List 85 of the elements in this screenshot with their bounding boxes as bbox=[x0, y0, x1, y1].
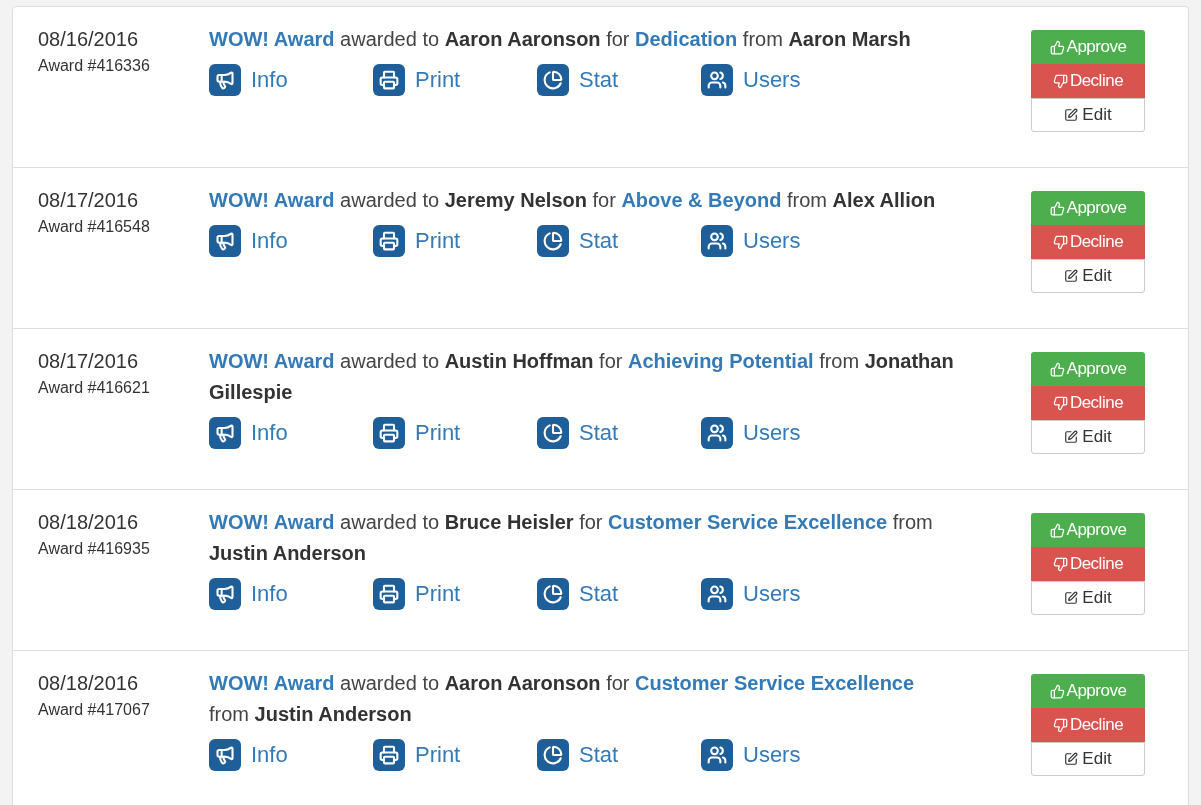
award-date: 08/18/2016 bbox=[38, 671, 140, 695]
users-link[interactable]: Users bbox=[701, 577, 865, 610]
award-date: 08/18/2016 bbox=[38, 510, 140, 534]
edit-button[interactable]: Edit bbox=[1031, 742, 1145, 776]
award-number: Award #416548 bbox=[38, 217, 151, 237]
decline-button[interactable]: Decline bbox=[1031, 547, 1145, 581]
stat-link[interactable]: Stat bbox=[537, 577, 701, 610]
award-description: WOW! Award awarded to Aaron Aaronson for Dedication from Aaron Marsh bbox=[209, 27, 912, 52]
pie-chart-icon bbox=[537, 577, 569, 610]
edit-button[interactable]: Edit bbox=[1031, 259, 1145, 293]
award-description: WOW! Award awarded to Aaron Aaronson for Customer Service Excellence from Justin Anderson bbox=[209, 671, 916, 727]
approve-button[interactable]: Approve bbox=[1031, 191, 1145, 225]
edit-button[interactable]: Edit bbox=[1031, 581, 1145, 615]
thumbs-up-icon bbox=[1049, 522, 1065, 538]
users-icon bbox=[701, 738, 733, 771]
users-link[interactable]: Users bbox=[701, 63, 865, 96]
megaphone-icon bbox=[209, 577, 241, 610]
award-description: WOW! Award awarded to Austin Hoffman for Achieving Potential from Jonathan Gillespie bbox=[209, 349, 954, 405]
decline-button[interactable]: Decline bbox=[1031, 225, 1145, 259]
thumbs-up-icon bbox=[1049, 361, 1065, 377]
decline-button[interactable]: Decline bbox=[1031, 386, 1145, 420]
users-icon bbox=[701, 224, 733, 257]
printer-icon bbox=[373, 224, 405, 257]
decline-button[interactable]: Decline bbox=[1031, 64, 1145, 98]
thumbs-down-icon bbox=[1052, 73, 1068, 89]
thumbs-up-icon bbox=[1049, 200, 1065, 216]
info-link[interactable]: Info bbox=[209, 224, 373, 257]
megaphone-icon bbox=[209, 224, 241, 257]
info-link[interactable]: Info bbox=[209, 416, 373, 449]
stat-link[interactable]: Stat bbox=[537, 63, 701, 96]
printer-icon bbox=[373, 63, 405, 96]
award-date: 08/17/2016 bbox=[38, 349, 140, 373]
thumbs-up-icon bbox=[1049, 39, 1065, 55]
users-icon bbox=[701, 416, 733, 449]
edit-button[interactable]: Edit bbox=[1031, 98, 1145, 132]
award-date: 08/16/2016 bbox=[38, 27, 140, 51]
approve-button[interactable]: Approve bbox=[1031, 513, 1145, 547]
approve-button[interactable]: Approve bbox=[1031, 674, 1145, 708]
printer-icon bbox=[373, 738, 405, 771]
megaphone-icon bbox=[209, 63, 241, 96]
approve-button[interactable]: Approve bbox=[1031, 30, 1145, 64]
printer-icon bbox=[373, 416, 405, 449]
pencil-icon bbox=[1064, 269, 1079, 283]
info-link[interactable]: Info bbox=[209, 577, 373, 610]
info-link[interactable]: Info bbox=[209, 63, 373, 96]
stat-link[interactable]: Stat bbox=[537, 224, 701, 257]
thumbs-down-icon bbox=[1052, 395, 1068, 411]
award-description: WOW! Award awarded to Bruce Heisler for Customer Service Excellence from Justin Anderson bbox=[209, 510, 934, 566]
thumbs-down-icon bbox=[1052, 556, 1068, 572]
edit-button[interactable]: Edit bbox=[1031, 420, 1145, 454]
print-link[interactable]: Print bbox=[373, 416, 537, 449]
users-icon bbox=[701, 577, 733, 610]
users-link[interactable]: Users bbox=[701, 738, 865, 771]
award-date: 08/17/2016 bbox=[38, 188, 140, 212]
pencil-icon bbox=[1064, 430, 1079, 444]
megaphone-icon bbox=[209, 738, 241, 771]
pencil-icon bbox=[1064, 752, 1079, 766]
award-number: Award #416935 bbox=[38, 539, 151, 559]
thumbs-down-icon bbox=[1052, 717, 1068, 733]
stat-link[interactable]: Stat bbox=[537, 416, 701, 449]
thumbs-up-icon bbox=[1049, 683, 1065, 699]
approve-button[interactable]: Approve bbox=[1031, 352, 1145, 386]
award-number: Award #416621 bbox=[38, 378, 151, 398]
pie-chart-icon bbox=[537, 738, 569, 771]
award-number: Award #417067 bbox=[38, 700, 151, 720]
printer-icon bbox=[373, 577, 405, 610]
stat-link[interactable]: Stat bbox=[537, 738, 701, 771]
thumbs-down-icon bbox=[1052, 234, 1068, 250]
print-link[interactable]: Print bbox=[373, 63, 537, 96]
info-link[interactable]: Info bbox=[209, 738, 373, 771]
megaphone-icon bbox=[209, 416, 241, 449]
pie-chart-icon bbox=[537, 224, 569, 257]
print-link[interactable]: Print bbox=[373, 224, 537, 257]
print-link[interactable]: Print bbox=[373, 577, 537, 610]
award-number: Award #416336 bbox=[38, 56, 151, 76]
pie-chart-icon bbox=[537, 63, 569, 96]
users-link[interactable]: Users bbox=[701, 416, 865, 449]
users-link[interactable]: Users bbox=[701, 224, 865, 257]
print-link[interactable]: Print bbox=[373, 738, 537, 771]
decline-button[interactable]: Decline bbox=[1031, 708, 1145, 742]
pencil-icon bbox=[1064, 108, 1079, 122]
award-description: WOW! Award awarded to Jeremy Nelson for Above & Beyond from Alex Allion bbox=[209, 188, 937, 213]
pie-chart-icon bbox=[537, 416, 569, 449]
users-icon bbox=[701, 63, 733, 96]
pencil-icon bbox=[1064, 591, 1079, 605]
